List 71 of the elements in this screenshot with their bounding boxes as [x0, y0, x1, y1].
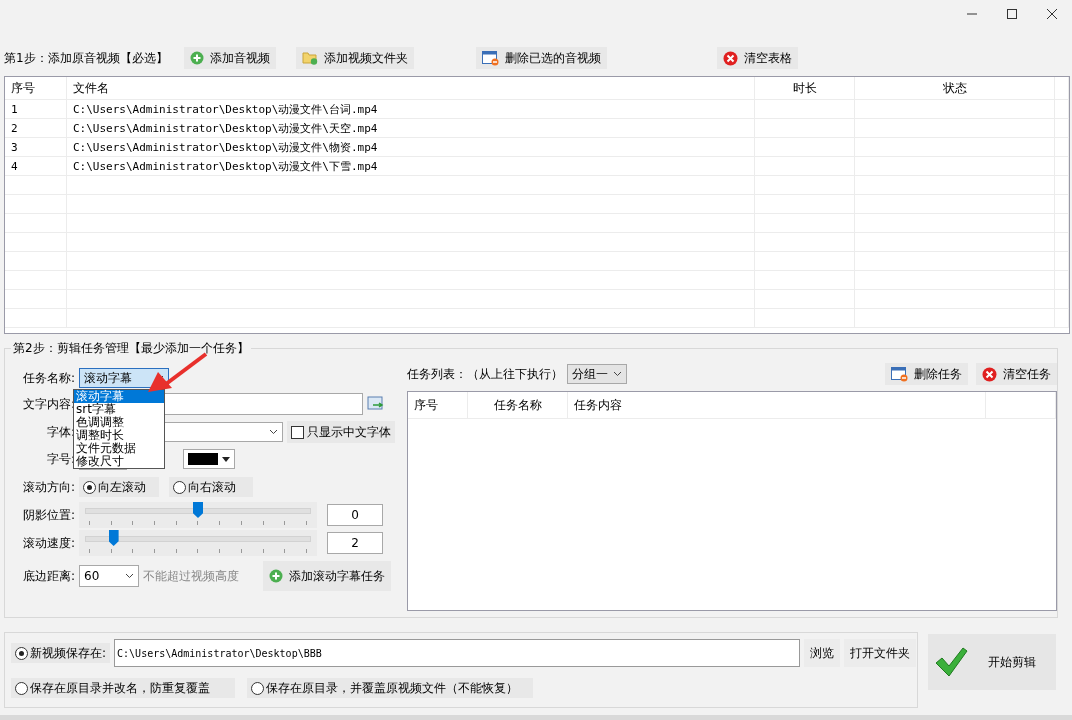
value-field[interactable]: 2	[327, 532, 383, 554]
step-title: 第1步：添加原音视频【必选】	[4, 49, 168, 67]
direction-radio[interactable]: 向右滚动	[169, 477, 253, 497]
add-task-button[interactable]: 添加滚动字幕任务	[263, 561, 391, 591]
slider[interactable]	[79, 502, 317, 528]
color-picker[interactable]	[183, 449, 235, 469]
field-label: 任务名称:	[21, 369, 75, 387]
hint-text: 不能超过视频高度	[143, 567, 239, 585]
column-header: 任务名称	[468, 392, 568, 418]
annotation-arrow	[146, 352, 208, 394]
field-label: 字号:	[45, 450, 75, 468]
slider-thumb[interactable]	[193, 502, 203, 518]
task-name-select[interactable]: 滚动字幕	[79, 368, 169, 388]
toolbar-button[interactable]: 删除已选的音视频	[475, 47, 607, 69]
toolbar-button[interactable]: 添加视频文件夹	[295, 47, 414, 69]
column-header: 文件名	[67, 77, 755, 99]
save-radio[interactable]: 新视频保存在:	[11, 643, 111, 663]
window-minus-icon	[481, 50, 499, 66]
column-header: 任务内容	[568, 392, 986, 418]
column-header: 序号	[5, 77, 67, 99]
table-cell: 2	[5, 119, 67, 137]
table-cell: 1	[5, 100, 67, 118]
field-label: 底边距离:	[21, 567, 75, 585]
table-cell: C:\Users\Administrator\Desktop\动漫文件\下雪.mp4	[67, 157, 755, 175]
chevron-down-icon	[125, 573, 134, 579]
path-input-field[interactable]: C:\Users\Administrator\Desktop\BBB	[114, 639, 801, 667]
close-circle-icon	[982, 366, 997, 382]
toolbar-button[interactable]: 清空表格	[716, 47, 798, 69]
group-select[interactable]: 分组一	[567, 364, 627, 384]
task-button[interactable]: 清空任务	[976, 363, 1057, 385]
save-radio[interactable]: 保存在原目录并改名，防重复覆盖	[11, 678, 235, 698]
chevron-down-icon	[613, 371, 622, 377]
chevron-down-icon	[269, 429, 278, 435]
table-cell: C:\Users\Administrator\Desktop\动漫文件\天空.mp4	[67, 119, 755, 137]
plus-circle-icon	[269, 569, 283, 583]
task-button[interactable]: 删除任务	[885, 363, 968, 385]
dropdown-option[interactable]: 滚动字幕	[74, 390, 164, 403]
chinese-font-checkbox[interactable]: 只显示中文字体	[287, 421, 395, 443]
start-button[interactable]: 开始剪辑	[928, 634, 1056, 690]
slider[interactable]	[79, 530, 317, 556]
folder-add-icon	[301, 51, 318, 65]
direction-radio[interactable]: 向左滚动	[79, 477, 159, 497]
table-cell: C:\Users\Administrator\Desktop\动漫文件\物资.mp4	[67, 138, 755, 156]
column-header: 序号	[408, 392, 468, 418]
field-label: 文字内容:	[21, 395, 75, 413]
distance-select[interactable]: 60	[79, 565, 139, 587]
task-list-label: 任务列表：（从上往下执行）	[407, 365, 563, 383]
close-icon	[1047, 9, 1057, 19]
save-radio[interactable]: 保存在原目录，并覆盖原视频文件（不能恢复）	[247, 678, 533, 698]
column-header: 状态	[855, 77, 1055, 99]
table-cell: 4	[5, 157, 67, 175]
close-circle-icon	[722, 50, 738, 66]
browse-button[interactable]: 浏览	[804, 639, 841, 667]
slider-thumb[interactable]	[108, 530, 119, 546]
field-label: 滚动方向:	[21, 478, 75, 496]
plus-circle-icon	[189, 51, 204, 65]
checkmark-icon	[934, 646, 968, 678]
group-title: 第2步：剪辑任务管理【最少添加一个任务】	[11, 340, 251, 357]
swap-icon	[367, 396, 385, 412]
field-label: 阴影位置:	[21, 506, 75, 524]
field-label: 滚动速度:	[21, 534, 75, 552]
column-header: 时长	[755, 77, 855, 99]
maximize-icon	[1007, 9, 1017, 19]
toolbar-button[interactable]: 添加音视频	[183, 47, 276, 69]
table-cell: 3	[5, 138, 67, 156]
triangle-down-icon	[222, 456, 230, 462]
window-minus-icon	[891, 366, 908, 382]
open-folder-button[interactable]: 打开文件夹	[844, 639, 917, 667]
value-field[interactable]: 0	[327, 504, 383, 526]
field-label: 字体:	[45, 423, 75, 441]
table-cell: C:\Users\Administrator\Desktop\动漫文件\台词.mp4	[67, 100, 755, 118]
